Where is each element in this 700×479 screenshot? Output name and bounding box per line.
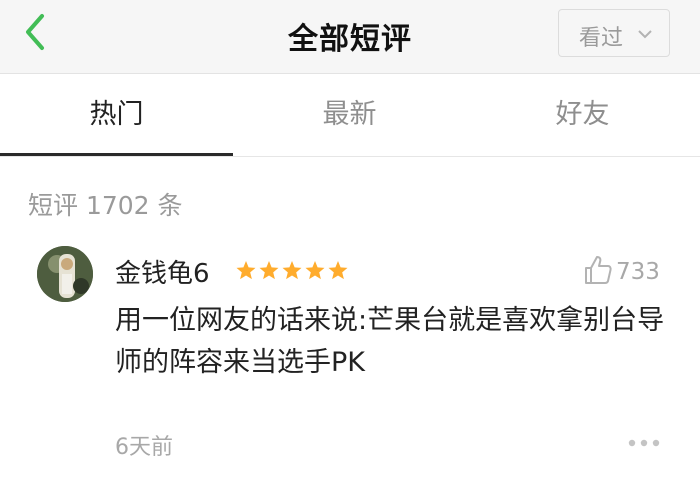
review-timestamp: 6天前 [115,435,173,460]
like-count: 733 [616,259,660,285]
top-nav-bar: 全部短评 看过 [0,0,700,74]
review-count: 短评 1702 条 [28,191,183,220]
star-icon [328,261,348,280]
star-icon [259,261,279,280]
username[interactable]: 金钱龟6 [115,253,210,290]
star-icon [236,261,256,280]
chevron-down-icon [638,30,652,39]
tab-bar: 热门 最新 好友 [0,74,700,157]
avatar[interactable] [37,246,93,302]
filter-label: 看过 [579,26,624,51]
star-icon [305,261,325,280]
review-text: 用一位网友的话来说:芒果台就是喜欢拿别台导师的阵容来当选手PK [115,305,665,378]
tab-hot[interactable]: 热门 [0,74,233,156]
star-icon [282,261,302,280]
watched-filter-dropdown[interactable]: 看过 [558,9,670,57]
rating-stars [236,261,348,280]
thumbs-up-icon [585,256,612,284]
tab-friends[interactable]: 好友 [466,74,699,156]
more-options-icon[interactable] [627,438,661,448]
tab-latest[interactable]: 最新 [233,74,466,156]
active-tab-indicator [0,153,233,156]
avatar-image [37,246,93,302]
